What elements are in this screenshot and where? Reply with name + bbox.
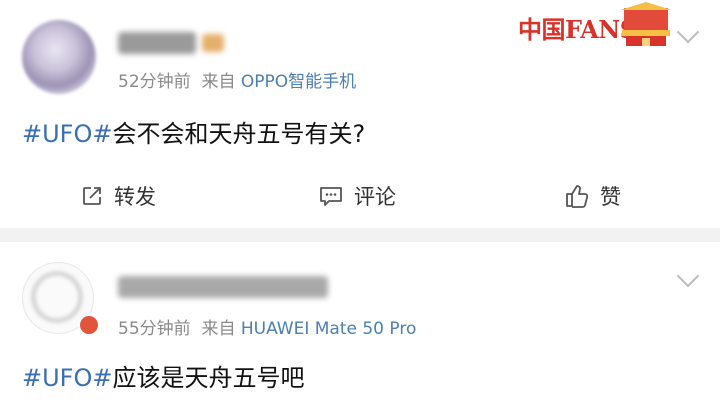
post-card: 52分钟前 来自 OPPO智能手机 #UFO#会不会和天舟五号有关? 中国FAN… [0, 0, 720, 228]
user-badge-redacted [202, 34, 224, 52]
username-redacted[interactable] [118, 276, 328, 298]
post-source[interactable]: OPPO智能手机 [241, 72, 356, 92]
post-divider [0, 228, 720, 242]
post-body: 应该是天舟五号吧 [112, 364, 305, 392]
repost-label: 转发 [114, 185, 156, 209]
comment-icon [320, 187, 342, 206]
thumbs-up-icon [566, 185, 589, 208]
like-label: 赞 [600, 185, 621, 209]
repost-button[interactable]: 转发 [80, 176, 156, 216]
like-button[interactable]: 赞 [564, 176, 621, 216]
post-body: 会不会和天舟五号有关? [112, 120, 366, 148]
chevron-down-icon[interactable] [676, 20, 700, 44]
post-text: #UFO#应该是天舟五号吧 [22, 358, 304, 393]
post-time: 52分钟前 [118, 72, 191, 92]
source-prefix: 来自 [201, 319, 236, 339]
post-meta: 55分钟前 来自 HUAWEI Mate 50 Pro [118, 314, 416, 339]
source-prefix: 来自 [201, 72, 236, 92]
hashtag-link[interactable]: #UFO# [22, 120, 112, 148]
action-bar: 转发 评论 赞 [0, 176, 720, 216]
post-meta: 52分钟前 来自 OPPO智能手机 [118, 67, 356, 92]
post-text: #UFO#会不会和天舟五号有关? [22, 114, 365, 149]
gate-icon [620, 2, 672, 46]
comment-button[interactable]: 评论 [318, 176, 396, 216]
hashtag-link[interactable]: #UFO# [22, 364, 112, 392]
verified-badge-icon [78, 314, 100, 336]
username-redacted[interactable] [118, 32, 196, 54]
watermark-text: 中国FANS [518, 15, 637, 44]
chevron-down-icon[interactable] [676, 264, 700, 288]
watermark-logo: 中国FANS [504, 0, 676, 56]
post-source[interactable]: HUAWEI Mate 50 Pro [241, 319, 417, 339]
avatar[interactable] [22, 20, 96, 94]
repost-icon [83, 187, 101, 205]
post-time: 55分钟前 [118, 319, 191, 339]
comment-label: 评论 [354, 185, 396, 209]
avatar-image [31, 271, 83, 323]
